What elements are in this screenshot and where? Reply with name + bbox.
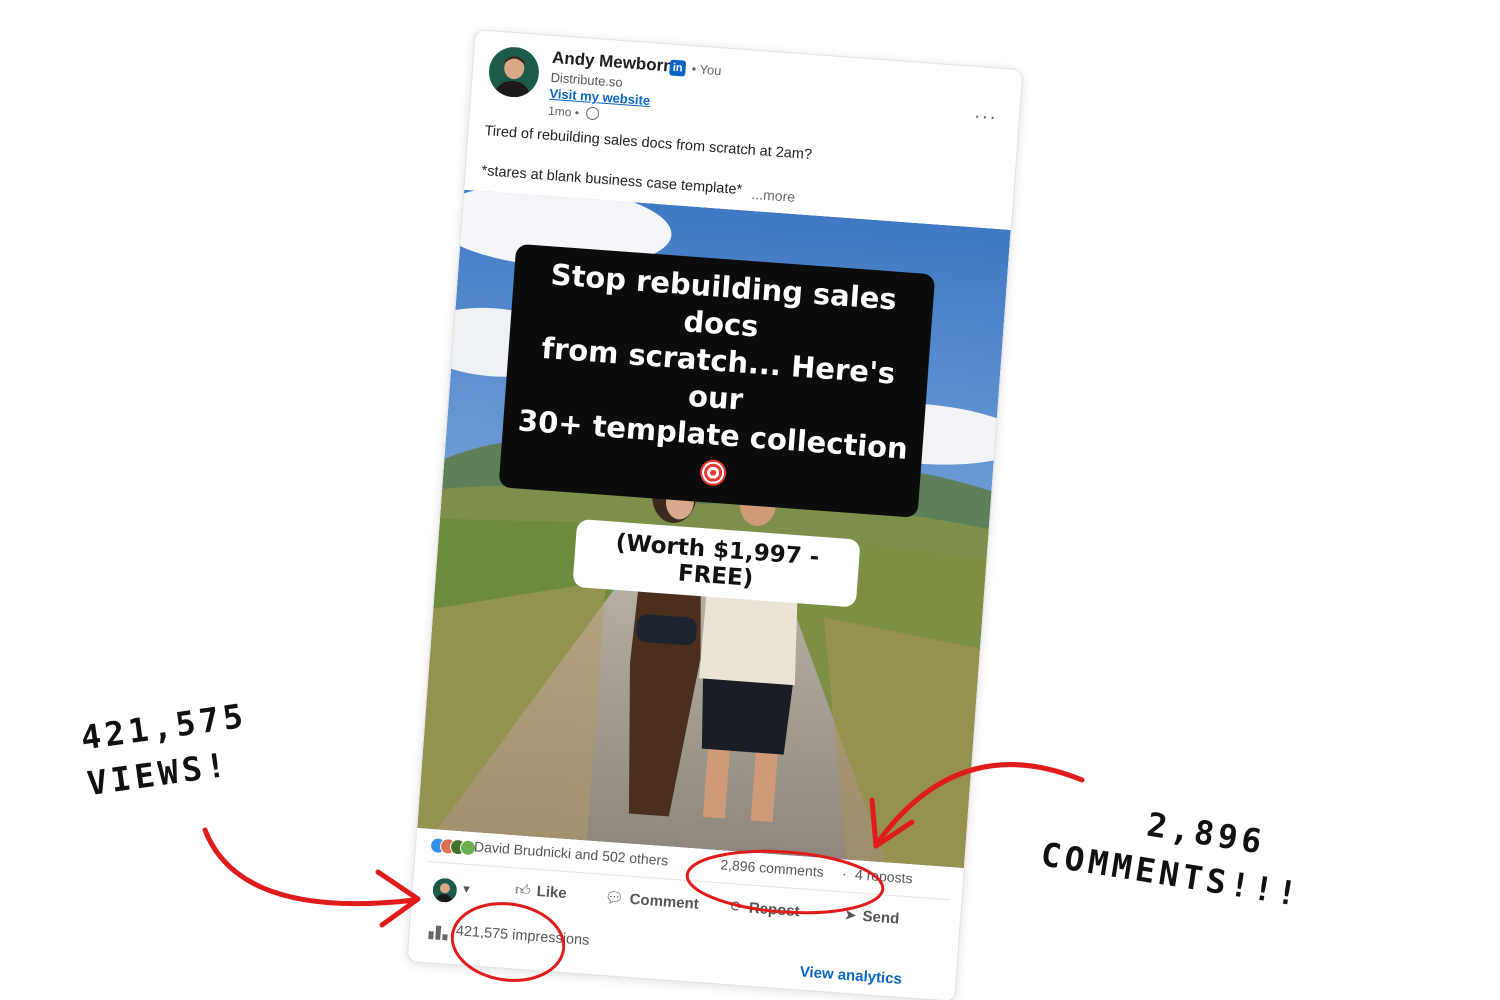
impressions-highlight-circle bbox=[450, 902, 566, 982]
comments-highlight-circle bbox=[685, 849, 885, 915]
views-arrow bbox=[202, 827, 418, 907]
comments-arrow bbox=[875, 762, 1085, 845]
annotation-overlay bbox=[202, 762, 1085, 982]
